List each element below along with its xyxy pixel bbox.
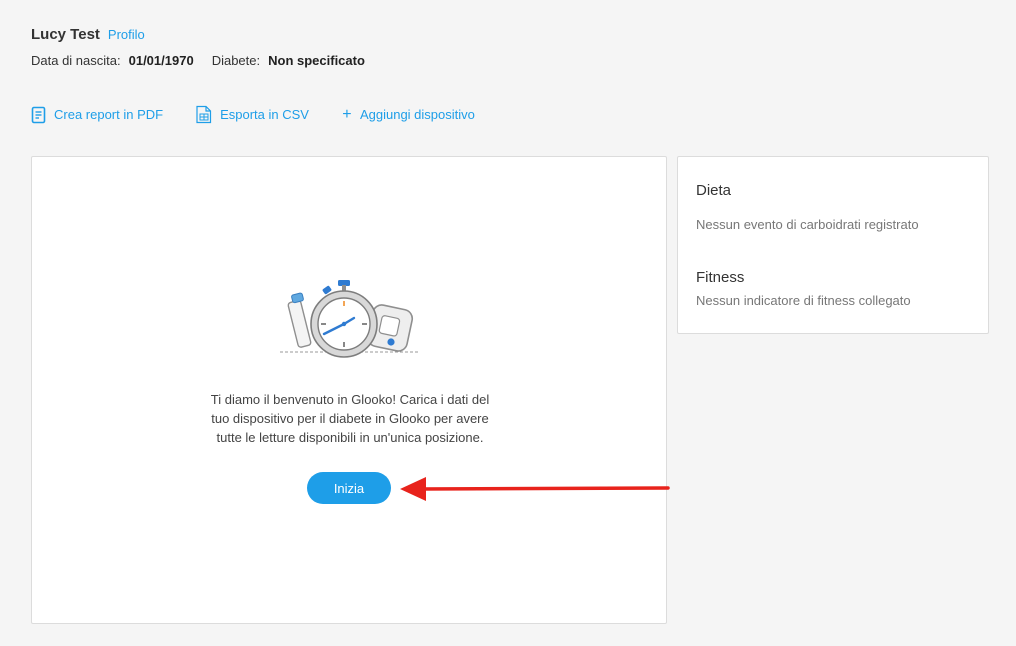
- welcome-line-1: Ti diamo il benvenuto in Glooko! Carica …: [210, 392, 490, 407]
- action-bar: Crea report in PDF Esporta in CSV + Aggi…: [31, 105, 475, 124]
- spreadsheet-icon: [195, 105, 213, 124]
- create-pdf-report-link[interactable]: Crea report in PDF: [31, 105, 163, 124]
- fitness-empty-text: Nessun indicatore di fitness collegato: [696, 293, 911, 308]
- patient-info-row: Data di nascita: 01/01/1970 Diabete: Non…: [31, 53, 383, 68]
- start-button[interactable]: Inizia: [307, 472, 391, 504]
- welcome-message: Ti diamo il benvenuto in Glooko! Carica …: [182, 390, 518, 447]
- summary-side-card: Dieta Nessun evento di carboidrati regis…: [677, 156, 989, 334]
- diet-empty-text: Nessun evento di carboidrati registrato: [696, 217, 919, 232]
- patient-name: Lucy Test: [31, 26, 100, 43]
- diabetes-label: Diabete:: [211, 53, 261, 68]
- stopwatch-device-illustration: [278, 275, 422, 359]
- birth-date-label: Data di nascita:: [31, 53, 121, 68]
- birth-date-value: 01/01/1970: [128, 53, 194, 68]
- document-icon: [31, 106, 47, 124]
- annotation-arrow-icon: [396, 474, 672, 504]
- welcome-line-2: tuo dispositivo per il diabete in Glooko…: [211, 411, 489, 426]
- welcome-line-3: tutte le letture disponibili in un'unica…: [216, 430, 484, 445]
- plus-icon: +: [342, 105, 352, 123]
- profile-link[interactable]: Profilo: [108, 27, 145, 42]
- page: Lucy Test Profilo Data di nascita: 01/01…: [0, 0, 1016, 646]
- diabetes-value: Non specificato: [268, 53, 365, 68]
- name-row: Lucy Test Profilo: [31, 26, 383, 43]
- fitness-title: Fitness: [696, 269, 745, 286]
- patient-header: Lucy Test Profilo Data di nascita: 01/01…: [31, 26, 383, 68]
- export-csv-label: Esporta in CSV: [220, 107, 309, 122]
- add-device-label: Aggiungi dispositivo: [359, 107, 475, 122]
- welcome-card: Ti diamo il benvenuto in Glooko! Carica …: [31, 156, 667, 624]
- add-device-link[interactable]: + Aggiungi dispositivo: [341, 105, 475, 124]
- create-pdf-report-label: Crea report in PDF: [54, 107, 164, 122]
- export-csv-link[interactable]: Esporta in CSV: [195, 105, 309, 124]
- diet-title: Dieta: [696, 182, 732, 199]
